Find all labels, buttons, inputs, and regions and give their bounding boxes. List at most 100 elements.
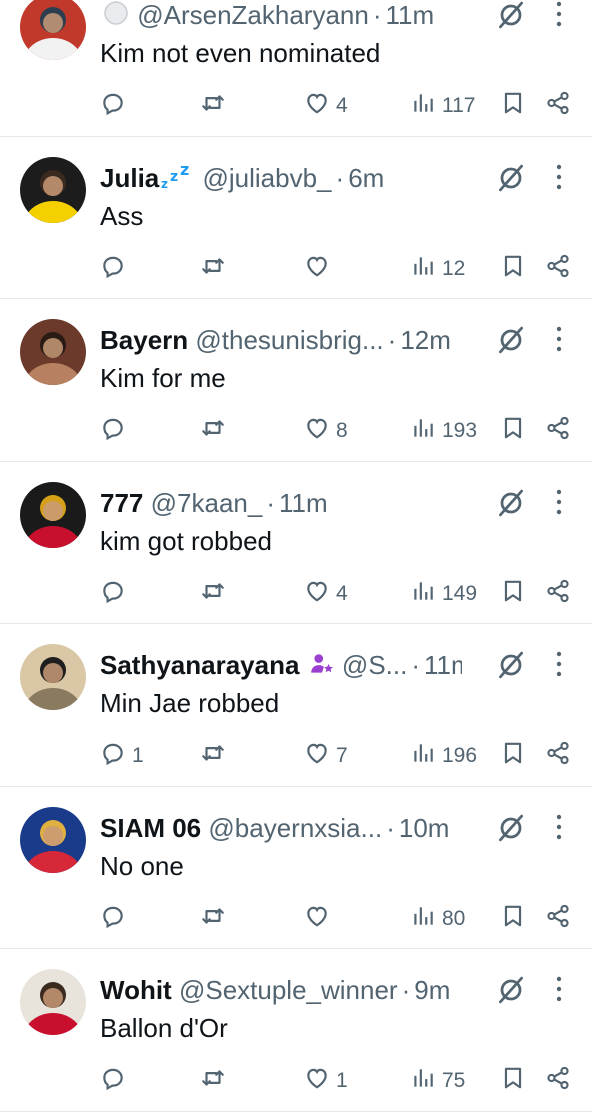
views-button[interactable]: 117 [410, 86, 475, 126]
timestamp[interactable]: 10m [399, 813, 450, 843]
reply-button[interactable]: 1 [100, 736, 144, 776]
more-icon[interactable] [554, 486, 564, 518]
share-button[interactable] [545, 411, 571, 451]
tweet[interactable]: SIAM 06 @bayernxsia... · 10m No one 80 [0, 787, 592, 949]
retweet-button[interactable] [200, 1061, 226, 1101]
grok-icon[interactable] [496, 325, 526, 355]
tweet[interactable]: @ArsenZakharyann · 11m Kim not even nominat… [0, 0, 592, 137]
like-button[interactable]: 4 [304, 86, 348, 126]
bookmark-button[interactable] [500, 1061, 526, 1101]
timestamp[interactable]: 9m [414, 975, 450, 1005]
user-handle[interactable]: @bayernxsia... [208, 813, 382, 843]
more-icon[interactable] [554, 811, 564, 843]
display-name[interactable]: Wohit [100, 975, 172, 1005]
views-button[interactable]: 149 [410, 574, 477, 614]
share-button[interactable] [545, 899, 571, 939]
reply-button[interactable] [100, 1061, 132, 1101]
reply-button[interactable] [100, 411, 132, 451]
more-icon[interactable] [554, 0, 564, 30]
grok-icon[interactable] [496, 0, 526, 30]
like-button[interactable] [304, 899, 336, 939]
like-button[interactable]: 8 [304, 411, 348, 451]
user-handle[interactable]: @juliabvb_ [202, 163, 331, 193]
avatar[interactable] [20, 969, 86, 1035]
share-button[interactable] [545, 736, 571, 776]
display-name[interactable]: Julia [100, 163, 159, 193]
separator-dot: · [387, 325, 397, 355]
more-icon[interactable] [554, 161, 564, 193]
share-button[interactable] [545, 86, 571, 126]
timestamp[interactable]: 11m [386, 0, 435, 30]
bookmark-button[interactable] [500, 411, 526, 451]
share-button[interactable] [545, 1061, 571, 1101]
grok-icon[interactable] [496, 488, 526, 518]
like-count: 4 [336, 94, 348, 117]
tweet[interactable]: Bayern @thesunisbrig... · 12m Kim for me 8 19… [0, 299, 592, 462]
share-button[interactable] [545, 574, 571, 614]
bookmark-icon [500, 578, 526, 610]
grok-icon[interactable] [496, 975, 526, 1005]
reply-button[interactable] [100, 249, 132, 289]
retweet-icon [200, 253, 226, 285]
bookmark-button[interactable] [500, 86, 526, 126]
reply-button[interactable] [100, 86, 132, 126]
views-icon [410, 578, 436, 610]
retweet-icon [200, 1065, 226, 1097]
avatar[interactable] [20, 644, 86, 710]
retweet-button[interactable] [200, 249, 226, 289]
avatar[interactable] [20, 156, 86, 223]
user-handle[interactable]: @ArsenZakharyann [137, 0, 369, 30]
avatar[interactable] [20, 481, 86, 548]
views-button[interactable]: 12 [410, 249, 465, 289]
share-button[interactable] [545, 249, 571, 289]
more-icon[interactable] [554, 973, 564, 1005]
tweet[interactable]: Sathyanarayana @S... · 11m Min Jae robbed 1 7… [0, 624, 592, 787]
grok-icon[interactable] [496, 813, 526, 843]
avatar[interactable] [20, 806, 86, 873]
like-button[interactable]: 1 [304, 1061, 348, 1101]
bookmark-button[interactable] [500, 574, 526, 614]
tweet[interactable]: Julia z z z @juliabvb_ · 6m Ass 12 [0, 137, 592, 299]
user-handle[interactable]: @Sextuple_winner [179, 975, 398, 1005]
like-button[interactable]: 7 [304, 736, 348, 776]
views-button[interactable]: 75 [410, 1061, 465, 1101]
display-name[interactable]: Sathyanarayana [100, 650, 299, 680]
like-button[interactable] [304, 249, 336, 289]
reply-button[interactable] [100, 899, 132, 939]
display-name[interactable]: 777 [100, 488, 143, 518]
retweet-button[interactable] [200, 736, 226, 776]
user-handle[interactable]: @S... [342, 650, 407, 680]
timestamp[interactable]: 6m [348, 163, 384, 193]
views-button[interactable]: 80 [410, 899, 465, 939]
bookmark-button[interactable] [500, 899, 526, 939]
grok-icon[interactable] [496, 163, 526, 193]
views-button[interactable]: 196 [410, 736, 477, 776]
more-icon[interactable] [554, 648, 564, 680]
retweet-button[interactable] [200, 574, 226, 614]
like-icon [304, 1065, 330, 1097]
grok-icon[interactable] [496, 650, 526, 680]
avatar[interactable] [20, 0, 86, 60]
retweet-button[interactable] [200, 86, 226, 126]
retweet-button[interactable] [200, 411, 226, 451]
view-count: 12 [442, 256, 466, 280]
tweet[interactable]: Wohit @Sextuple_winner · 9m Ballon d'Or 1 75 [0, 949, 592, 1112]
timestamp[interactable]: 11m [424, 650, 462, 680]
like-button[interactable]: 4 [304, 574, 348, 614]
views-button[interactable]: 193 [410, 411, 477, 451]
tweet[interactable]: 777 @7kaan_ · 11m kim got robbed 4 149 [0, 462, 592, 624]
retweet-button[interactable] [200, 899, 226, 939]
bookmark-button[interactable] [500, 249, 526, 289]
bookmark-button[interactable] [500, 736, 526, 776]
display-name[interactable]: Bayern [100, 325, 188, 355]
avatar[interactable] [20, 319, 86, 385]
display-name[interactable]: SIAM 06 [100, 813, 201, 843]
bookmark-icon [500, 1065, 526, 1097]
view-count: 193 [442, 419, 478, 442]
user-handle[interactable]: @7kaan_ [151, 488, 263, 518]
reply-button[interactable] [100, 574, 132, 614]
timestamp[interactable]: 12m [400, 325, 451, 355]
more-icon[interactable] [554, 323, 564, 355]
user-handle[interactable]: @thesunisbrig... [195, 325, 383, 355]
timestamp[interactable]: 11m [279, 488, 328, 518]
